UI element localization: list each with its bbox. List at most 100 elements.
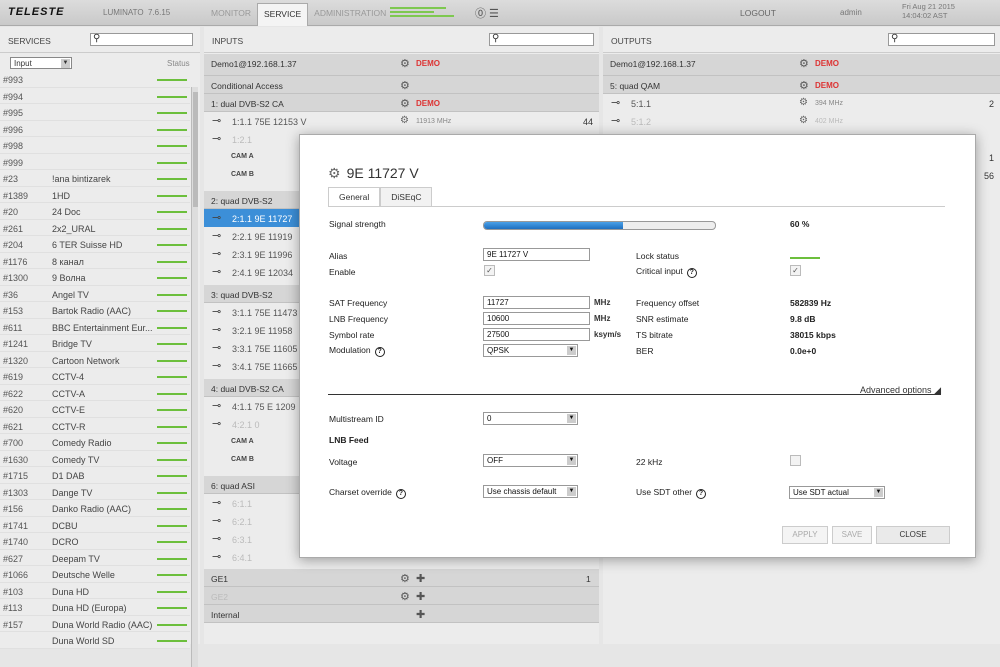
services-filter-select[interactable]: Input ▼	[10, 57, 72, 69]
nav-service[interactable]: SERVICE	[256, 3, 309, 26]
input-row[interactable]: 6:4.1	[232, 553, 252, 563]
gear-icon[interactable]: ⚙	[799, 57, 809, 70]
service-row[interactable]: Duna World SD	[0, 632, 190, 649]
gear-icon[interactable]: ⚙	[799, 115, 808, 126]
input-group-2[interactable]: 2: quad DVB-S2	[211, 196, 272, 206]
service-row[interactable]: #1741 DCBU	[0, 516, 190, 533]
nav-administration[interactable]: ADMINISTRATION	[308, 3, 392, 26]
alias-input[interactable]: 9E 11727 V	[483, 248, 590, 261]
critical-input-checkbox[interactable]: ✓	[790, 265, 801, 276]
plus-icon[interactable]: ✚	[416, 608, 425, 621]
gear-icon[interactable]: ⚙	[400, 115, 409, 126]
service-row[interactable]: #619 CCTV-4	[0, 368, 190, 385]
service-row[interactable]: #622 CCTV-A	[0, 384, 190, 401]
nav-monitor[interactable]: MONITOR	[205, 3, 257, 26]
gear-icon[interactable]: ⚙	[799, 79, 809, 92]
close-button[interactable]: CLOSE	[876, 526, 950, 544]
service-row[interactable]: #620 CCTV-E	[0, 401, 190, 418]
input-group-1[interactable]: 1: dual DVB-S2 CA	[211, 99, 284, 109]
service-row[interactable]: #103 Duna HD	[0, 582, 190, 599]
service-row[interactable]: #1715 D1 DAB	[0, 467, 190, 484]
tab-general[interactable]: General	[328, 187, 381, 206]
enable-checkbox[interactable]: ✓	[484, 265, 495, 276]
lnb-frequency-input[interactable]: 10600	[483, 312, 590, 325]
use-sdt-other-select[interactable]: Use SDT actual ▼	[789, 486, 885, 499]
service-row[interactable]: #204 6 TER Suisse HD	[0, 236, 190, 253]
input-row[interactable]: 1:2.1	[232, 135, 252, 145]
services-search-input[interactable]: ⚲	[90, 33, 193, 46]
symbol-rate-input[interactable]: 27500	[483, 328, 590, 341]
service-row[interactable]: #113 Duna HD (Europa)	[0, 599, 190, 616]
gear-icon[interactable]: ⚙	[400, 590, 410, 603]
input-row[interactable]: 1:1.1 75E 12153 V	[232, 117, 307, 127]
modulation-select[interactable]: QPSK ▼	[483, 344, 578, 357]
input-row[interactable]: 6:3.1	[232, 535, 252, 545]
help-icon[interactable]: ?	[395, 489, 406, 499]
input-device[interactable]: Demo1@192.168.1.37	[211, 59, 297, 69]
input-group-3[interactable]: 3: quad DVB-S2	[211, 290, 272, 300]
service-row[interactable]: #993	[0, 71, 190, 88]
input-row[interactable]: 3:4.1 75E 11665	[232, 362, 297, 372]
service-row[interactable]: #1241 Bridge TV	[0, 335, 190, 352]
gear-icon[interactable]: ⚙	[400, 572, 410, 585]
service-row[interactable]: #153 Bartok Radio (AAC)	[0, 302, 190, 319]
save-button[interactable]: SAVE	[832, 526, 872, 544]
output-device[interactable]: Demo1@192.168.1.37	[610, 59, 696, 69]
service-row[interactable]: #1320 Cartoon Network	[0, 351, 190, 368]
service-row[interactable]: #627 Deepam TV	[0, 549, 190, 566]
input-row[interactable]: 4:2.1 0	[232, 420, 260, 430]
output-row[interactable]: 5:1.1	[631, 99, 651, 109]
service-row[interactable]: #156 Danko Radio (AAC)	[0, 500, 190, 517]
gear-icon[interactable]: ⚙	[400, 79, 410, 92]
inputs-search-input[interactable]: ⚲	[489, 33, 594, 46]
services-scrollbar[interactable]	[191, 87, 198, 667]
input-row-selected[interactable]: 2:1.1 9E 11727	[232, 214, 292, 224]
service-row[interactable]: #998	[0, 137, 190, 154]
service-row[interactable]: #1630 Comedy TV	[0, 450, 190, 467]
input-row[interactable]: 2:4.1 9E 12034	[232, 268, 293, 278]
input-row[interactable]: 3:1.1 75E 11473	[232, 308, 297, 318]
service-row[interactable]: #157 Duna World Radio (AAC)	[0, 615, 190, 632]
conditional-access[interactable]: Conditional Access	[211, 81, 283, 91]
ge1-group[interactable]: GE1	[211, 574, 228, 584]
service-row[interactable]: #999	[0, 153, 190, 170]
voltage-select[interactable]: OFF ▼	[483, 454, 578, 467]
input-group-4[interactable]: 4: dual DVB-S2 CA	[211, 384, 284, 394]
22khz-checkbox[interactable]	[790, 455, 801, 466]
charset-override-select[interactable]: Use chassis default ▼	[483, 485, 578, 498]
input-group-6[interactable]: 6: quad ASI	[211, 481, 255, 491]
input-row[interactable]: 3:3.1 75E 11605	[232, 344, 297, 354]
multistream-id-select[interactable]: 0 ▼	[483, 412, 578, 425]
service-row[interactable]: #1066 Deutsche Welle	[0, 566, 190, 583]
logout-link[interactable]: LOGOUT	[740, 8, 776, 18]
service-row[interactable]: #1303 Dange TV	[0, 483, 190, 500]
gear-icon[interactable]: ⚙	[400, 97, 410, 110]
service-row[interactable]: #20 24 Doc	[0, 203, 190, 220]
service-row[interactable]: #1176 8 канал	[0, 252, 190, 269]
help-icon[interactable]: ?	[696, 489, 707, 499]
help-icon[interactable]: ?	[374, 347, 385, 357]
input-row[interactable]: 4:1.1 75 E 1209	[232, 402, 296, 412]
help-icon[interactable]: ?	[686, 268, 697, 278]
sat-frequency-input[interactable]: 11727	[483, 296, 590, 309]
service-row[interactable]: #994	[0, 87, 190, 104]
service-row[interactable]: #36 Angel TV	[0, 285, 190, 302]
status-icons[interactable]: ⓪ ☰	[475, 5, 499, 21]
gear-icon[interactable]: ⚙	[400, 57, 410, 70]
service-row[interactable]: #261 2x2_URAL	[0, 219, 190, 236]
plus-icon[interactable]: ✚	[416, 572, 425, 585]
service-row[interactable]: #1740 DCRO	[0, 533, 190, 550]
apply-button[interactable]: APPLY	[782, 526, 828, 544]
input-row[interactable]: 2:2.1 9E 11919	[232, 232, 292, 242]
ge2-group[interactable]: GE2	[211, 592, 228, 602]
service-row[interactable]: #1300 9 Волна	[0, 269, 190, 286]
internal-group[interactable]: Internal	[211, 610, 239, 620]
service-row[interactable]: #995	[0, 104, 190, 121]
service-row[interactable]: #23 !ana bintizarek	[0, 170, 190, 187]
tab-diseqc[interactable]: DiSEqC	[380, 187, 433, 206]
service-row[interactable]: #996	[0, 120, 190, 137]
output-row[interactable]: 5:1.2	[631, 117, 651, 127]
input-row[interactable]: 6:1.1	[232, 499, 252, 509]
input-row[interactable]: 2:3.1 9E 11996	[232, 250, 292, 260]
service-row[interactable]: #1389 1HD	[0, 186, 190, 203]
